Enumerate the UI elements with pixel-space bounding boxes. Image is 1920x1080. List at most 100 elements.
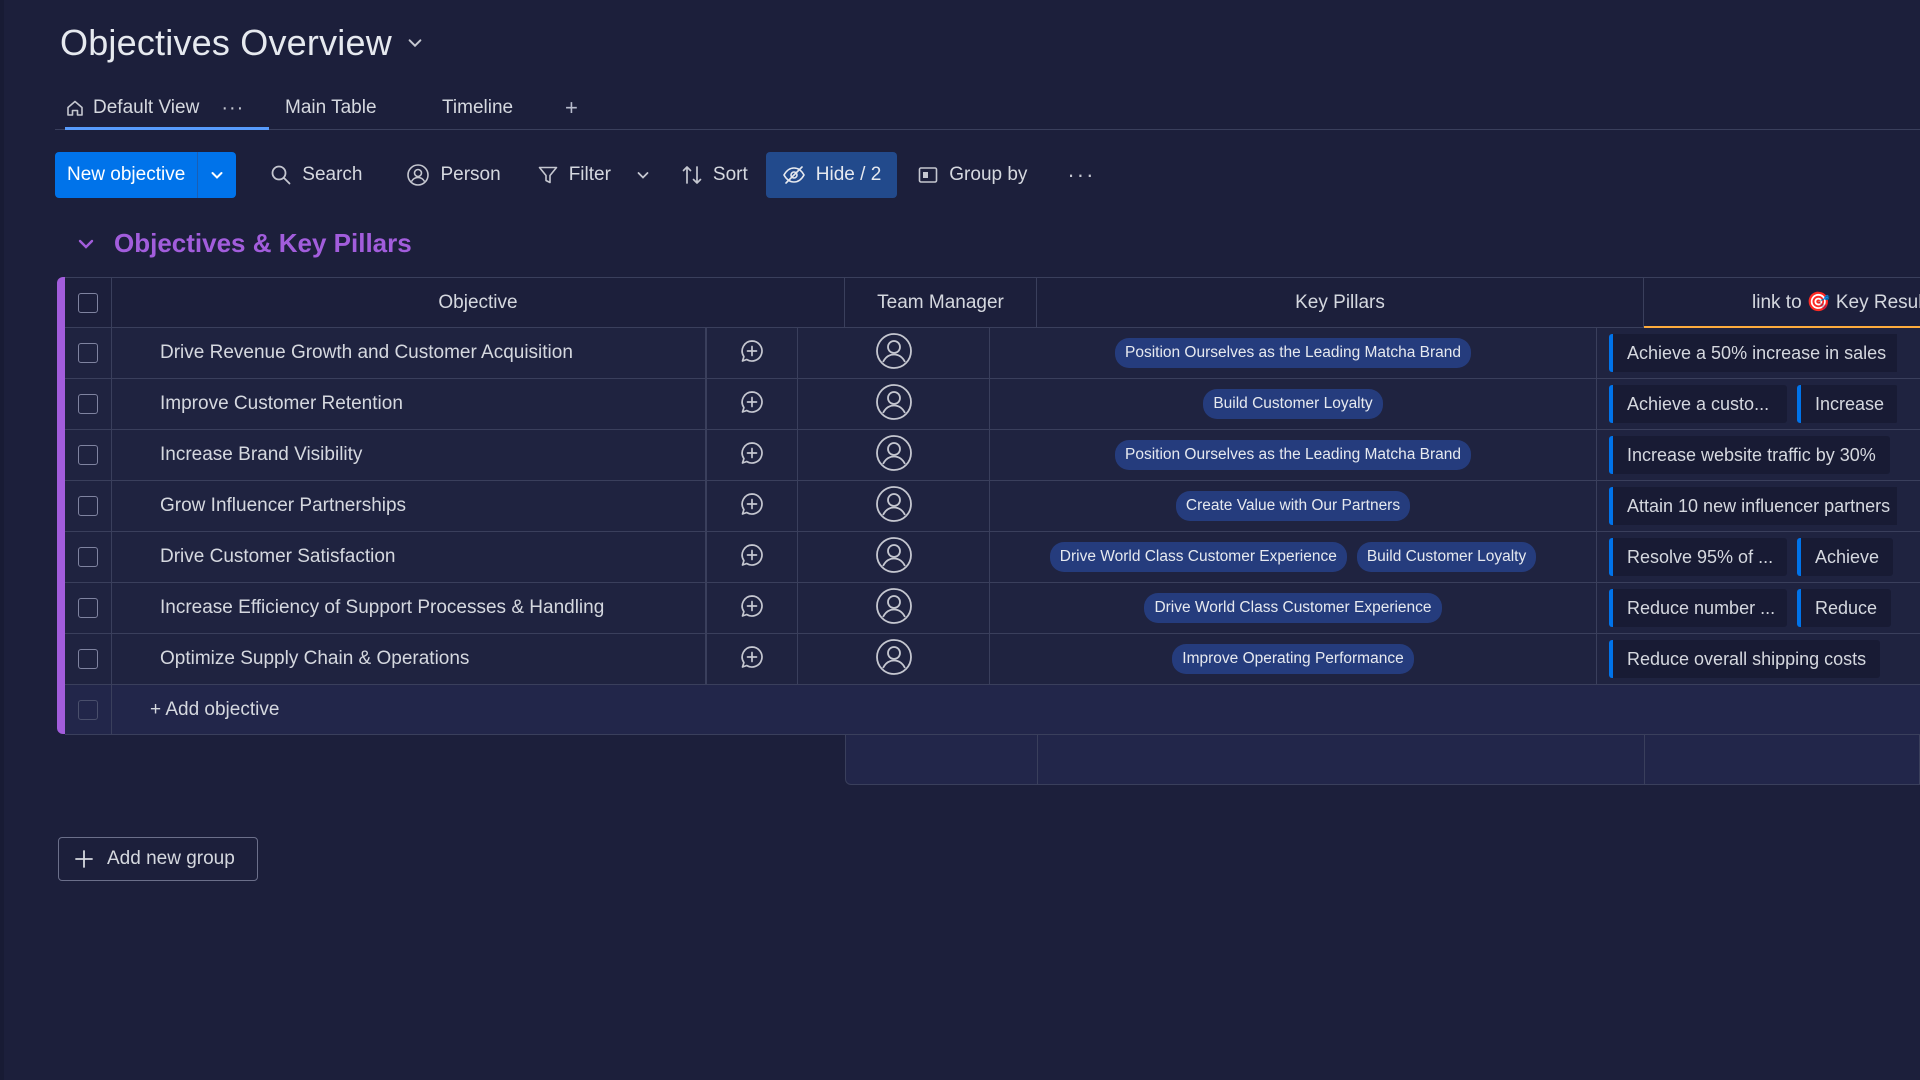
key-pillars-cell[interactable]: Improve Operating Performance (990, 634, 1597, 684)
key-result-link[interactable]: Achieve a custo... (1609, 385, 1787, 423)
team-manager-cell[interactable] (798, 379, 990, 429)
key-results-cell[interactable]: Attain 10 new influencer partners (1597, 481, 1897, 531)
new-objective-dropdown[interactable] (198, 152, 236, 198)
objective-name[interactable]: Grow Influencer Partnerships (160, 495, 406, 517)
add-update-cell[interactable] (706, 481, 798, 531)
hide-columns-button[interactable]: Hide / 2 (765, 152, 898, 198)
key-pillars-cell[interactable]: Build Customer Loyalty (990, 379, 1597, 429)
objective-cell[interactable]: Improve Customer Retention (112, 379, 706, 429)
objective-name[interactable]: Drive Revenue Growth and Customer Acquis… (160, 342, 573, 364)
row-checkbox[interactable] (78, 649, 98, 669)
key-results-cell[interactable]: Resolve 95% of ... Achieve (1597, 532, 1897, 582)
column-header-objective[interactable]: Objective (112, 278, 845, 328)
objective-cell[interactable]: Grow Influencer Partnerships (112, 481, 706, 531)
table-row[interactable]: Drive Revenue Growth and Customer Acquis… (65, 328, 1920, 379)
objective-cell[interactable]: Drive Revenue Growth and Customer Acquis… (112, 328, 706, 378)
add-update-cell[interactable] (706, 634, 798, 684)
team-manager-cell[interactable] (798, 328, 990, 378)
pillar-tag[interactable]: Drive World Class Customer Experience (1049, 542, 1347, 572)
table-row[interactable]: Increase Brand Visibility Position Oursel… (65, 430, 1920, 481)
row-checkbox[interactable] (78, 496, 98, 516)
filter-button[interactable]: Filter (525, 152, 663, 198)
key-results-cell[interactable]: Achieve a custo... Increase (1597, 379, 1897, 429)
row-checkbox[interactable] (78, 598, 98, 618)
add-update-icon[interactable] (739, 440, 765, 471)
key-result-link[interactable]: Resolve 95% of ... (1609, 538, 1787, 576)
add-update-icon[interactable] (739, 338, 765, 369)
add-update-icon[interactable] (739, 491, 765, 522)
add-update-icon[interactable] (739, 593, 765, 624)
page-title[interactable]: Objectives Overview (60, 22, 392, 64)
add-objective-cell[interactable]: + Add objective (112, 685, 1920, 735)
avatar-icon[interactable] (875, 434, 913, 477)
pillar-tag[interactable]: Build Customer Loyalty (1203, 389, 1383, 419)
add-update-cell[interactable] (706, 379, 798, 429)
objective-name[interactable]: Increase Brand Visibility (160, 444, 362, 466)
tab-main-table[interactable]: Main Table (285, 90, 377, 126)
new-objective-button[interactable]: New objective (55, 152, 237, 198)
key-result-link[interactable]: Reduce number ... (1609, 589, 1787, 627)
chevron-down-icon[interactable] (406, 34, 424, 52)
column-header-link[interactable]: link to 🎯 Key Results (1644, 278, 1920, 328)
pillar-tag[interactable]: Improve Operating Performance (1172, 644, 1414, 674)
add-update-icon[interactable] (739, 644, 765, 675)
objective-cell[interactable]: Drive Customer Satisfaction (112, 532, 706, 582)
avatar-icon[interactable] (875, 536, 913, 579)
row-checkbox[interactable] (78, 394, 98, 414)
team-manager-cell[interactable] (798, 532, 990, 582)
pillar-tag[interactable]: Build Customer Loyalty (1356, 542, 1537, 572)
key-pillars-cell[interactable]: Position Ourselves as the Leading Matcha… (990, 430, 1597, 480)
key-result-link[interactable]: Reduce overall shipping costs (1609, 640, 1881, 678)
add-new-group-button[interactable]: Add new group (58, 837, 258, 881)
add-update-cell[interactable] (706, 532, 798, 582)
key-pillars-cell[interactable]: Position Ourselves as the Leading Matcha… (990, 328, 1597, 378)
key-result-link[interactable]: Achieve (1797, 538, 1894, 576)
objective-name[interactable]: Increase Efficiency of Support Processes… (160, 597, 604, 619)
tab-default-view[interactable]: Default View ··· (65, 90, 269, 130)
key-pillars-cell[interactable]: Create Value with Our Partners (990, 481, 1597, 531)
table-row[interactable]: Grow Influencer Partnerships Create Value… (65, 481, 1920, 532)
add-update-icon[interactable] (739, 542, 765, 573)
key-results-cell[interactable]: Reduce overall shipping costs (1597, 634, 1897, 684)
objective-cell[interactable]: Increase Brand Visibility (112, 430, 706, 480)
table-row[interactable]: Drive Customer Satisfaction Drive World C… (65, 532, 1920, 583)
objective-name[interactable]: Improve Customer Retention (160, 393, 403, 415)
add-view-icon[interactable]: + (565, 90, 578, 126)
team-manager-cell[interactable] (798, 634, 990, 684)
sort-button[interactable]: Sort (669, 152, 760, 198)
column-header-pillars[interactable]: Key Pillars (1037, 278, 1644, 328)
group-title[interactable]: Objectives & Key Pillars (114, 228, 412, 259)
add-update-icon[interactable] (739, 389, 765, 420)
key-result-link[interactable]: Attain 10 new influencer partners (1609, 487, 1897, 525)
key-pillars-cell[interactable]: Drive World Class Customer Experience Bui… (990, 532, 1597, 582)
key-result-link[interactable]: Reduce (1797, 589, 1892, 627)
row-checkbox[interactable] (78, 547, 98, 567)
pillar-tag[interactable]: Position Ourselves as the Leading Matcha… (1114, 440, 1472, 470)
key-results-cell[interactable]: Achieve a 50% increase in sales (1597, 328, 1897, 378)
objective-cell[interactable]: Optimize Supply Chain & Operations (112, 634, 706, 684)
search-button[interactable]: Search (258, 152, 374, 198)
group-by-button[interactable]: Group by (905, 152, 1039, 198)
key-results-cell[interactable]: Increase website traffic by 30% (1597, 430, 1897, 480)
row-checkbox[interactable] (78, 445, 98, 465)
pillar-tag[interactable]: Create Value with Our Partners (1175, 491, 1411, 521)
avatar-icon[interactable] (875, 383, 913, 426)
key-result-link[interactable]: Increase website traffic by 30% (1609, 436, 1890, 474)
key-pillars-cell[interactable]: Drive World Class Customer Experience (990, 583, 1597, 633)
key-results-cell[interactable]: Reduce number ... Reduce (1597, 583, 1897, 633)
objective-name[interactable]: Optimize Supply Chain & Operations (160, 648, 469, 670)
team-manager-cell[interactable] (798, 481, 990, 531)
team-manager-cell[interactable] (798, 430, 990, 480)
pillar-tag[interactable]: Position Ourselves as the Leading Matcha… (1114, 338, 1472, 368)
avatar-icon[interactable] (875, 485, 913, 528)
more-options-icon[interactable]: ··· (1053, 152, 1109, 198)
key-result-link[interactable]: Increase (1797, 385, 1897, 423)
key-result-link[interactable]: Achieve a 50% increase in sales (1609, 334, 1897, 372)
add-update-cell[interactable] (706, 328, 798, 378)
table-row[interactable]: Increase Efficiency of Support Processes… (65, 583, 1920, 634)
avatar-icon[interactable] (875, 587, 913, 630)
row-checkbox[interactable] (78, 343, 98, 363)
column-header-manager[interactable]: Team Manager (845, 278, 1037, 328)
avatar-icon[interactable] (875, 638, 913, 681)
new-objective-main[interactable]: New objective (55, 152, 199, 198)
